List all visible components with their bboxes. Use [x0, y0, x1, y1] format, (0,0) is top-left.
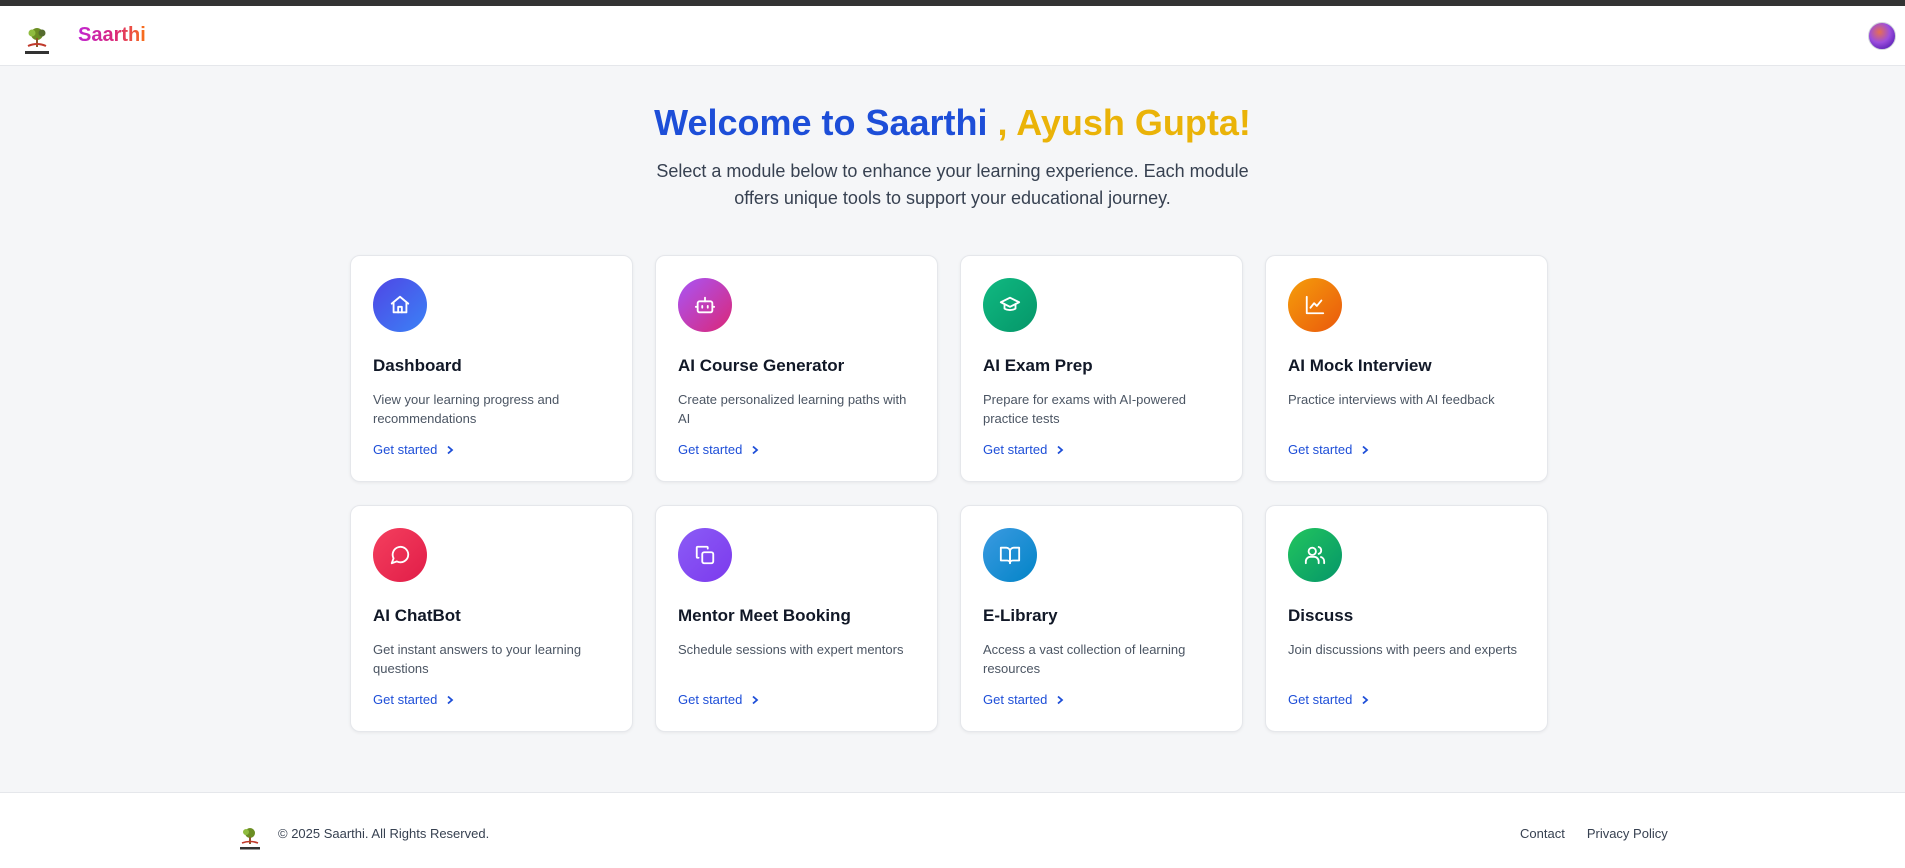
hero-subtitle: Select a module below to enhance your le… [656, 161, 1249, 208]
chevron-right-icon [1362, 445, 1369, 454]
footer-link-privacy-policy[interactable]: Privacy Policy [1587, 826, 1668, 841]
module-card-ai-exam-prep[interactable]: AI Exam Prep Prepare for exams with AI-p… [960, 255, 1243, 482]
module-grid: Dashboard View your learning progress an… [350, 255, 1550, 732]
module-description: View your learning progress and recommen… [373, 392, 560, 426]
chevron-right-icon [1057, 695, 1064, 704]
hero-section: Welcome to Saarthi , Ayush Gupta! Select… [0, 100, 1905, 212]
module-card-e-library[interactable]: E-Library Access a vast collection of le… [960, 505, 1243, 732]
book-open-icon [983, 528, 1037, 582]
get-started-label: Get started [373, 442, 438, 457]
get-started-link[interactable]: Get started [373, 442, 455, 457]
users-icon [1288, 528, 1342, 582]
module-description: Join discussions with peers and experts [1288, 642, 1518, 657]
get-started-link[interactable]: Get started [983, 442, 1065, 457]
home-icon [373, 278, 427, 332]
user-avatar[interactable] [1868, 22, 1896, 50]
module-description: Practice interviews with AI feedback [1288, 392, 1495, 407]
module-card-ai-course-generator[interactable]: AI Course Generator Create personalized … [655, 255, 938, 482]
get-started-label: Get started [1288, 692, 1353, 707]
get-started-link[interactable]: Get started [983, 692, 1065, 707]
line-chart-icon [1288, 278, 1342, 332]
chevron-right-icon [752, 445, 759, 454]
module-title: AI Mock Interview [1288, 356, 1432, 375]
module-card-ai-mock-interview[interactable]: AI Mock Interview Practice interviews wi… [1265, 255, 1548, 482]
copy-icon [678, 528, 732, 582]
module-title: Discuss [1288, 606, 1354, 625]
module-title: AI ChatBot [373, 606, 461, 625]
get-started-label: Get started [983, 692, 1048, 707]
module-title: Mentor Meet Booking [678, 606, 851, 625]
module-title: AI Exam Prep [983, 356, 1093, 375]
bot-icon [678, 278, 732, 332]
module-description: Prepare for exams with AI-powered practi… [983, 392, 1187, 426]
get-started-label: Get started [678, 692, 743, 707]
chevron-right-icon [752, 695, 759, 704]
get-started-link[interactable]: Get started [1288, 442, 1370, 457]
module-card-mentor-meet-booking[interactable]: Mentor Meet Booking Schedule sessions wi… [655, 505, 938, 732]
welcome-user-name: , Ayush Gupta! [997, 102, 1251, 143]
get-started-label: Get started [983, 442, 1048, 457]
brand-name[interactable]: Saarthi [78, 24, 146, 47]
chat-bubble-icon [373, 528, 427, 582]
module-title: Dashboard [373, 356, 462, 375]
module-title: E-Library [983, 606, 1058, 625]
module-description: Access a vast collection of learning res… [983, 642, 1186, 676]
copyright-text: © 2025 Saarthi. All Rights Reserved. [278, 826, 490, 841]
chevron-right-icon [447, 445, 454, 454]
module-description: Schedule sessions with expert mentors [678, 642, 904, 657]
saarthi-logo-icon[interactable] [20, 24, 54, 58]
welcome-heading: Welcome to Saarthi , Ayush Gupta! [0, 100, 1905, 146]
get-started-link[interactable]: Get started [678, 692, 760, 707]
get-started-link[interactable]: Get started [1288, 692, 1370, 707]
get-started-link[interactable]: Get started [373, 692, 455, 707]
module-card-dashboard[interactable]: Dashboard View your learning progress an… [350, 255, 633, 482]
module-card-discuss[interactable]: Discuss Join discussions with peers and … [1265, 505, 1548, 732]
get-started-label: Get started [373, 692, 438, 707]
chevron-right-icon [1362, 695, 1369, 704]
footer-link-contact[interactable]: Contact [1520, 826, 1565, 841]
module-description: Create personalized learning paths with … [678, 392, 907, 426]
chevron-right-icon [1057, 445, 1064, 454]
footer: © 2025 Saarthi. All Rights Reserved. Con… [0, 792, 1905, 868]
welcome-prefix: Welcome to Saarthi [654, 102, 988, 143]
footer-logo-icon [236, 825, 264, 853]
get-started-label: Get started [1288, 442, 1353, 457]
footer-links: Contact Privacy Policy [1520, 826, 1668, 841]
graduation-cap-icon [983, 278, 1037, 332]
chevron-right-icon [447, 695, 454, 704]
module-description: Get instant answers to your learning que… [373, 642, 582, 676]
get-started-link[interactable]: Get started [678, 442, 760, 457]
navbar: Saarthi [0, 6, 1905, 66]
module-card-ai-chatbot[interactable]: AI ChatBot Get instant answers to your l… [350, 505, 633, 732]
get-started-label: Get started [678, 442, 743, 457]
module-title: AI Course Generator [678, 356, 845, 375]
